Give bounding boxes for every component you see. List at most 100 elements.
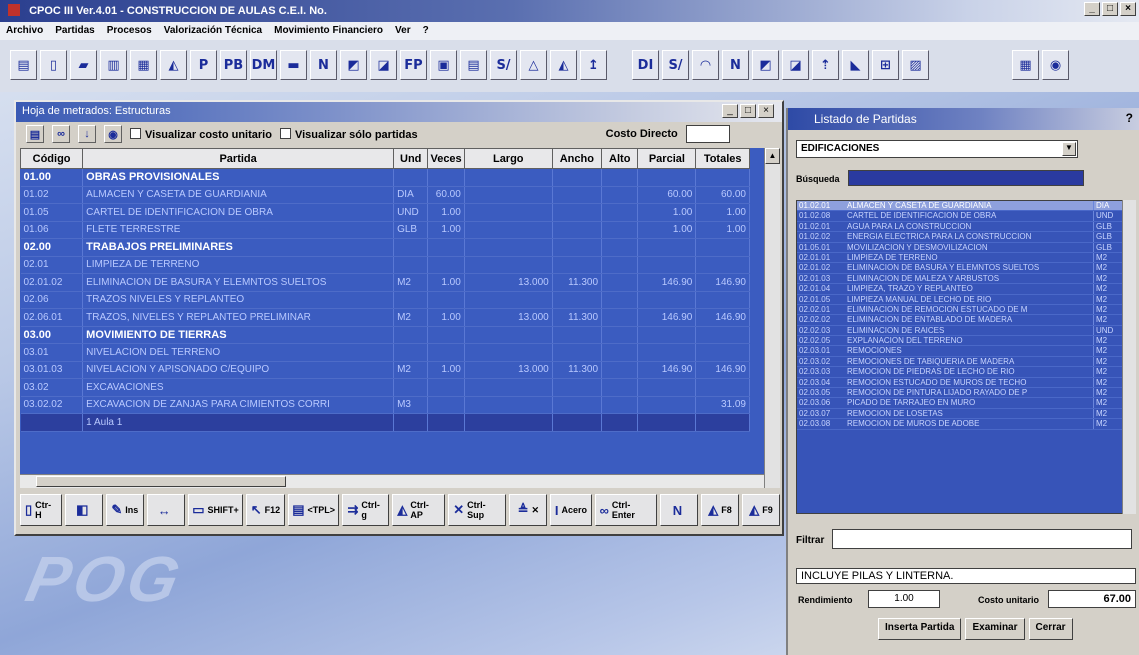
binoculars-icon[interactable]: ∞: [52, 125, 70, 143]
cell-totales[interactable]: [695, 413, 750, 432]
cell-largo[interactable]: [464, 238, 553, 257]
cell-partida[interactable]: EXCAVACION DE ZANJAS PARA CIMIENTOS CORR…: [82, 396, 395, 414]
cell-largo[interactable]: [464, 221, 553, 239]
cell-alto[interactable]: [601, 291, 639, 309]
cell-alto[interactable]: [601, 203, 639, 222]
cell-codigo[interactable]: 03.01: [20, 343, 84, 362]
list-item[interactable]: 02.03.04 REMOCION ESTUCADO DE MUROS DE TE…: [797, 377, 1135, 389]
cell-largo[interactable]: [464, 413, 553, 432]
cell-alto[interactable]: [601, 186, 639, 204]
list-item[interactable]: 02.03.08 REMOCION DE MUROS DE ADOBE M2: [797, 419, 1135, 430]
cell-parcial[interactable]: [637, 168, 697, 187]
group2-button-9[interactable]: ▨: [902, 50, 929, 80]
group1-button-2[interactable]: ▰: [70, 50, 97, 80]
cell-veces[interactable]: [427, 378, 465, 397]
cell-codigo[interactable]: 03.02: [20, 378, 84, 397]
table-row[interactable]: 02.01 LIMPIEZA DE TERRENO: [20, 256, 750, 274]
table-row[interactable]: 01.06 FLETE TERRESTRE GLB 1.00 1.00 1.00: [20, 221, 750, 239]
menu-archivo[interactable]: Archivo: [6, 25, 43, 40]
table-row[interactable]: 03.02 EXCAVACIONES: [20, 378, 750, 397]
table-row[interactable]: 03.00 MOVIMIENTO DE TIERRAS: [20, 326, 750, 344]
group2-button-8[interactable]: ⊞: [872, 50, 899, 80]
cell-codigo[interactable]: 03.00: [20, 326, 84, 344]
group1-button-1[interactable]: ▯: [40, 50, 67, 80]
col-totales[interactable]: Totales: [695, 148, 750, 169]
cell-ancho[interactable]: [552, 413, 603, 432]
table-row[interactable]: 03.01 NIVELACION DEL TERRENO: [20, 343, 750, 362]
group3-button-1[interactable]: ◉: [1042, 50, 1069, 80]
cell-parcial[interactable]: [637, 256, 697, 274]
cell-parcial[interactable]: 1.00: [637, 203, 697, 222]
cell-largo[interactable]: 13.000: [464, 308, 553, 327]
hoja-tool-button-11[interactable]: I Acero: [550, 494, 592, 526]
category-select[interactable]: EDIFICACIONES ▼: [796, 140, 1078, 158]
cell-partida[interactable]: NIVELACION DEL TERRENO: [82, 343, 395, 362]
list-item[interactable]: 02.02.01 ELIMINACION DE REMOCION ESTUCADO…: [797, 304, 1135, 316]
group1-button-17[interactable]: △: [520, 50, 547, 80]
cell-largo[interactable]: [464, 256, 553, 274]
cell-alto[interactable]: [601, 413, 639, 432]
cell-alto[interactable]: [601, 378, 639, 397]
cell-partida[interactable]: ALMACEN Y CASETA DE GUARDIANIA: [82, 186, 395, 204]
group2-button-5[interactable]: ◪: [782, 50, 809, 80]
cell-und[interactable]: [393, 238, 429, 257]
hoja-close-button[interactable]: ×: [758, 104, 774, 118]
group1-button-10[interactable]: N: [310, 50, 337, 80]
cell-totales[interactable]: [695, 256, 750, 274]
group1-button-0[interactable]: ▤: [10, 50, 37, 80]
cell-codigo[interactable]: 03.01.03: [20, 361, 84, 379]
cell-alto[interactable]: [601, 361, 639, 379]
cell-veces[interactable]: [427, 343, 465, 362]
cell-ancho[interactable]: [552, 203, 603, 222]
cell-und[interactable]: M2: [393, 308, 429, 327]
down-arrow-icon[interactable]: ↓: [78, 125, 96, 143]
cell-alto[interactable]: [601, 396, 639, 414]
grid-horizontal-scrollbar[interactable]: [20, 474, 764, 488]
cell-und[interactable]: [393, 378, 429, 397]
group2-button-6[interactable]: ⇡: [812, 50, 839, 80]
cell-veces[interactable]: 1.00: [427, 203, 465, 222]
table-row[interactable]: 02.01.02 ELIMINACION DE BASURA Y ELEMNTOS…: [20, 273, 750, 292]
hoja-minimize-button[interactable]: _: [722, 104, 738, 118]
cell-totales[interactable]: 31.09: [695, 396, 750, 414]
hoja-maximize-button[interactable]: □: [740, 104, 756, 118]
cell-ancho[interactable]: 11.300: [552, 273, 603, 292]
group2-button-7[interactable]: ◣: [842, 50, 869, 80]
cell-codigo[interactable]: 01.06: [20, 221, 84, 239]
cell-partida[interactable]: LIMPIEZA DE TERRENO: [82, 256, 395, 274]
menu-procesos[interactable]: Procesos: [107, 25, 152, 40]
cell-ancho[interactable]: [552, 396, 603, 414]
cell-parcial[interactable]: 146.90: [637, 361, 697, 379]
cell-und[interactable]: [393, 413, 429, 432]
table-row[interactable]: 01.02 ALMACEN Y CASETA DE GUARDIANIA DIA 60…: [20, 186, 750, 204]
close-button[interactable]: ×: [1120, 2, 1136, 16]
group1-button-5[interactable]: ◭: [160, 50, 187, 80]
chevron-down-icon[interactable]: ▼: [1062, 142, 1076, 156]
cell-parcial[interactable]: [637, 378, 697, 397]
list-vertical-scrollbar[interactable]: [1122, 200, 1136, 514]
list-item[interactable]: 01.02.08 CARTEL DE IDENTIFICACION DE OBRA…: [797, 211, 1135, 222]
hoja-tool-button-2[interactable]: ✎ Ins: [105, 494, 144, 526]
group1-button-16[interactable]: S/: [490, 50, 517, 80]
col-parcial[interactable]: Parcial: [637, 148, 697, 169]
cell-alto[interactable]: [601, 168, 639, 187]
cell-veces[interactable]: [427, 413, 465, 432]
group1-button-7[interactable]: PB: [220, 50, 247, 80]
hoja-tool-button-15[interactable]: ◭ F9: [742, 494, 780, 526]
group1-button-12[interactable]: ◪: [370, 50, 397, 80]
cell-und[interactable]: M3: [393, 396, 429, 414]
cell-ancho[interactable]: [552, 343, 603, 362]
cell-partida[interactable]: MOVIMIENTO DE TIERRAS: [82, 326, 395, 344]
cell-parcial[interactable]: [637, 413, 697, 432]
group1-button-6[interactable]: P: [190, 50, 217, 80]
cell-und[interactable]: DIA: [393, 186, 429, 204]
hoja-tool-button-9[interactable]: ✕ Ctrl-Sup: [448, 494, 507, 526]
cell-und[interactable]: UND: [393, 203, 429, 222]
menu-partidas[interactable]: Partidas: [55, 25, 94, 40]
cell-alto[interactable]: [601, 326, 639, 344]
cell-totales[interactable]: 1.00: [695, 203, 750, 222]
cerrar-button[interactable]: Cerrar: [1028, 618, 1073, 640]
col-und[interactable]: Und: [393, 148, 429, 169]
cell-largo[interactable]: [464, 168, 553, 187]
list-item[interactable]: 02.01.04 LIMPIEZA, TRAZO Y REPLANTEO M2: [797, 284, 1135, 295]
